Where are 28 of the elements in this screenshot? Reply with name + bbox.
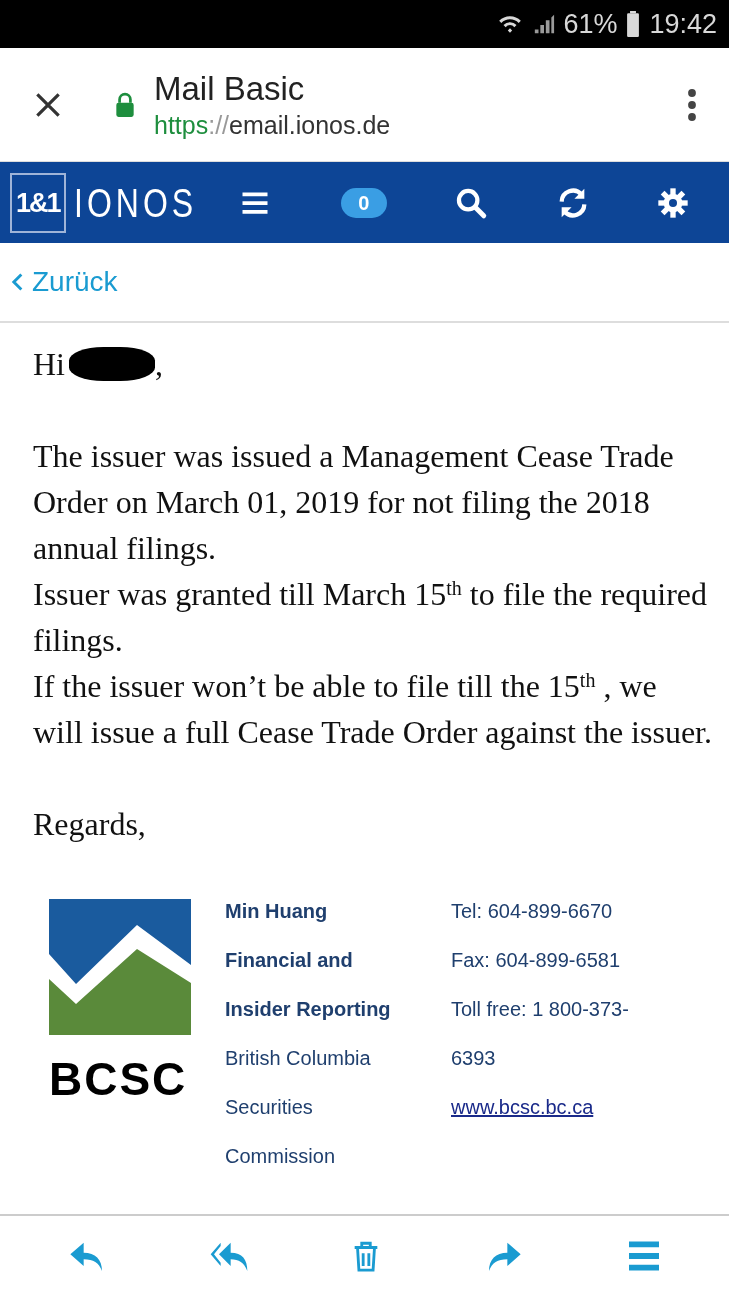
signature-org-line: Securities: [225, 1095, 314, 1120]
signature-org-line: British Columbia: [225, 1046, 372, 1071]
signature-name-line: Insider Reporting: [225, 997, 392, 1022]
message-paragraph: The issuer was issued a Management Cease Trade Order on March 01, 2019 for not filing the 2018 annual filings.: [33, 437, 675, 568]
closing: Regards,: [33, 805, 147, 844]
clock: 19:42: [649, 7, 717, 41]
mountain-logo-icon: [49, 899, 191, 1035]
greeting-comma: ,: [155, 345, 163, 384]
contact-line: Toll free: 1 800-373-: [451, 997, 629, 1022]
bcsc-logo: BCSC: [49, 887, 195, 1109]
contact-line: 6393: [451, 1046, 497, 1071]
signal-icon: [533, 12, 556, 36]
more-icon[interactable]: [687, 86, 697, 123]
contact-line: Tel: 604-899-6670: [451, 899, 614, 924]
message-paragraph: Issuer was granted till March 15$^{th}$ to file the required filings.: [33, 575, 708, 660]
contact-line: Fax: 604-899-6581: [451, 948, 621, 973]
greeting: Hi: [33, 345, 65, 384]
battery-icon: [625, 11, 642, 37]
settings-icon[interactable]: [657, 186, 689, 219]
ionos-logo: 1&1 IONOS: [10, 172, 228, 233]
page-url[interactable]: https://email.ionos.de: [154, 108, 687, 141]
battery-percent: 61%: [563, 7, 618, 41]
website-link[interactable]: www.bcsc.bc.ca: [451, 1083, 629, 1132]
signature-name-line: Min Huang: [225, 899, 329, 924]
page-title: Mail Basic: [154, 68, 306, 109]
signature-name-line: Financial and: [225, 948, 354, 973]
signature-org-line: Commission: [225, 1144, 337, 1169]
message-paragraph: If the issuer won’t be able to file till the 15$^{th}$ , we will issue a full Cease Trade Order against the issuer.: [33, 667, 713, 752]
